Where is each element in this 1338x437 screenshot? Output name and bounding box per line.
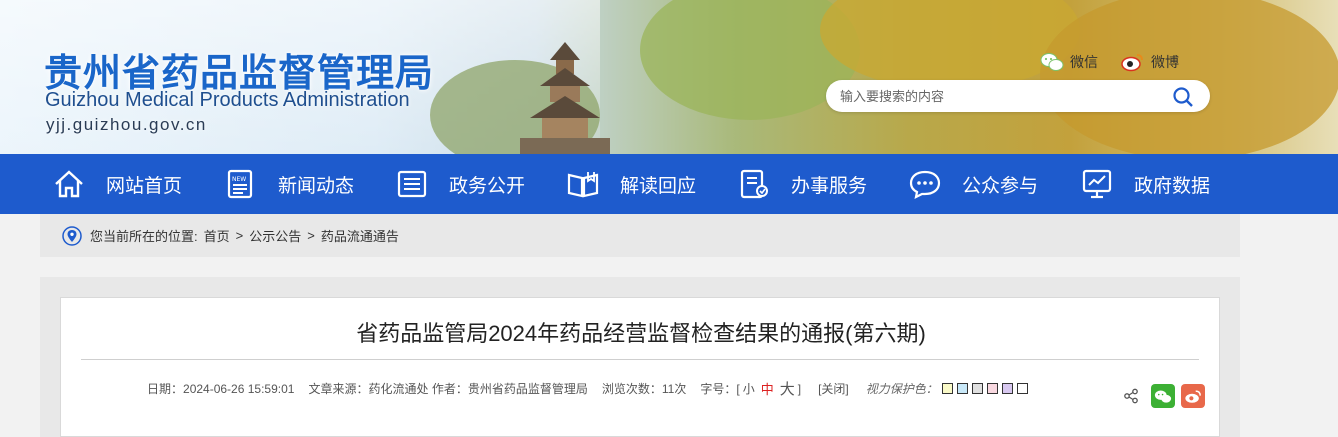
nav-item-services[interactable]: 办事服务	[737, 154, 867, 214]
weibo-label: 微博	[1151, 54, 1179, 70]
nav-label: 网站首页	[106, 175, 183, 197]
data-screen-icon	[1082, 169, 1112, 199]
open-book-icon	[567, 172, 599, 198]
eye-protection-label: 视力保护色：	[865, 382, 938, 396]
wechat-icon	[1040, 53, 1064, 71]
font-size-large-button[interactable]: 大	[780, 378, 795, 399]
search-box[interactable]	[826, 80, 1210, 112]
banner-tree	[1040, 0, 1338, 154]
views-label: 浏览次数：	[601, 382, 662, 396]
close-page-button[interactable]: [关闭]	[818, 380, 849, 397]
author-label: 作者：	[431, 382, 468, 396]
article-panel: 省药品监管局2024年药品经营监督检查结果的通报(第六期) 日期： 2024-0…	[60, 297, 1220, 437]
source-label: 文章来源：	[308, 382, 369, 396]
nav-item-public-participation[interactable]: 公众参与	[908, 154, 1038, 214]
header-banner: 贵州省药品监督管理局 Guizhou Medical Products Admi…	[0, 0, 1338, 154]
date-label: 日期：	[147, 382, 184, 396]
nav-item-interpretation[interactable]: 解读回应	[566, 154, 696, 214]
breadcrumb-item-drug-circulation[interactable]: 药品流通通告	[321, 226, 399, 245]
nav-label: 办事服务	[791, 175, 868, 197]
view-count: 11次	[661, 382, 687, 396]
eye-color-swatch-purple[interactable]	[1001, 383, 1013, 394]
service-form-icon	[740, 169, 768, 199]
nav-label: 公众参与	[962, 175, 1039, 197]
eye-color-swatch-gray[interactable]	[971, 383, 983, 394]
title-divider	[81, 359, 1199, 360]
weibo-icon	[1185, 389, 1201, 403]
chat-bubble-icon	[909, 170, 941, 199]
document-list-icon	[397, 170, 427, 198]
breadcrumb-separator: >	[235, 228, 244, 243]
wechat-label: 微信	[1070, 54, 1098, 70]
breadcrumb-separator: >	[307, 228, 315, 243]
nav-item-home[interactable]: 网站首页	[52, 154, 182, 214]
font-size-medium-button[interactable]: 中	[761, 379, 774, 398]
eye-color-swatch-yellow[interactable]	[941, 383, 953, 394]
wechat-link[interactable]: 微信	[1040, 52, 1098, 72]
share-wechat-button[interactable]	[1151, 384, 1175, 408]
home-icon	[55, 170, 83, 198]
nav-label: 新闻动态	[278, 175, 355, 197]
nav-label: 政府数据	[1134, 175, 1211, 197]
news-icon: NEW	[227, 169, 253, 199]
weibo-icon	[1121, 54, 1143, 72]
site-logo-english: Guizhou Medical Products Administration	[45, 89, 410, 111]
eye-color-swatch-blue[interactable]	[956, 383, 968, 394]
search-input[interactable]	[840, 86, 1160, 106]
article-meta: 日期： 2024-06-26 15:59:01 文章来源： 药化流通处 作者： …	[147, 378, 1028, 399]
pavilion-illustration	[520, 42, 610, 154]
share-weibo-button[interactable]	[1181, 384, 1205, 408]
article-title: 省药品监管局2024年药品经营监督检查结果的通报(第六期)	[356, 321, 926, 346]
nav-label: 解读回应	[620, 175, 697, 197]
main-navigation: 网站首页 NEW 新闻动态 政务公开 解读回应 办事服务 公众参与 政府数据	[0, 154, 1338, 214]
eye-color-swatch-white[interactable]	[1016, 383, 1028, 394]
svg-text:NEW: NEW	[232, 176, 246, 183]
site-url: yjj.guizhou.gov.cn	[46, 115, 207, 134]
breadcrumb: 您当前所在的位置: 首页 > 公示公告 > 药品流通通告	[40, 214, 1240, 257]
nav-label: 政务公开	[449, 175, 526, 197]
weibo-link[interactable]: 微博	[1121, 52, 1179, 72]
nav-item-government-affairs[interactable]: 政务公开	[395, 154, 525, 214]
breadcrumb-prefix: 您当前所在的位置:	[90, 229, 198, 244]
article-source: 药化流通处	[368, 382, 429, 396]
eye-color-swatch-pink[interactable]	[986, 383, 998, 394]
font-size-label: 字号：[	[700, 382, 740, 396]
publish-date: 2024-06-26 15:59:01	[183, 381, 295, 396]
font-size-close-bracket: ]	[797, 381, 802, 396]
nav-item-government-data[interactable]: 政府数据	[1080, 154, 1210, 214]
share-bar	[1123, 384, 1205, 408]
share-icon	[1124, 388, 1138, 404]
breadcrumb-item-announcements[interactable]: 公示公告	[249, 226, 301, 245]
nav-item-news[interactable]: NEW 新闻动态	[224, 154, 354, 214]
article-author: 贵州省药品监督管理局	[467, 382, 588, 396]
wechat-icon	[1154, 389, 1172, 403]
location-pin-icon	[62, 225, 82, 246]
search-icon[interactable]	[1172, 86, 1194, 108]
breadcrumb-item-home[interactable]: 首页	[204, 226, 230, 245]
font-size-small-button[interactable]: 小	[743, 380, 755, 397]
